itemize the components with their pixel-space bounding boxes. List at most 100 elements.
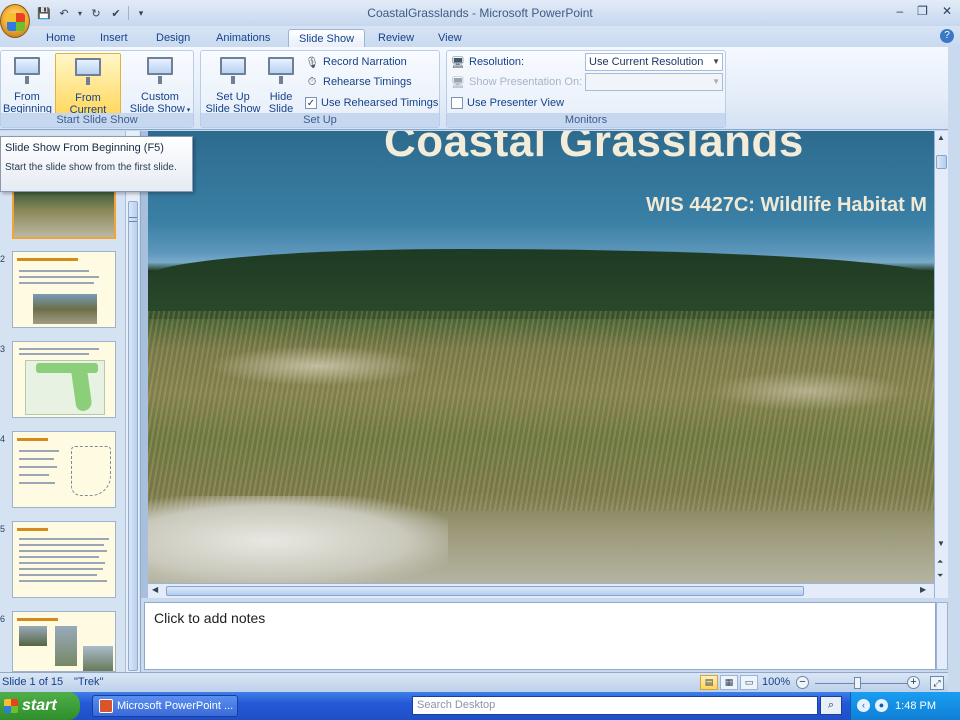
slide-thumbnail-5[interactable] (12, 521, 116, 598)
thumbnail-text-line (19, 538, 109, 540)
tab-animations[interactable]: Animations (206, 29, 280, 48)
slide-sorter-icon[interactable]: ▦ (720, 675, 738, 690)
use-presenter-view-checkbox[interactable]: Use Presenter View (451, 94, 564, 112)
rehearse-timings-button[interactable]: ⏱ Rehearse Timings (305, 73, 412, 91)
thumbnail-scrollbar[interactable] (125, 131, 139, 672)
slide-number: 2 (0, 254, 6, 264)
slide-photo-sand (148, 496, 448, 583)
tooltip-body: Start the slide show from the first slid… (5, 162, 177, 173)
title-bar: 💾 ↶ ▾ ↻ ✔ ▾ CoastalGrasslands - Microsof… (0, 0, 960, 38)
scrollbar-thumb[interactable] (936, 155, 947, 169)
previous-slide-icon[interactable]: ⏶ (937, 557, 943, 567)
record-narration-button[interactable]: 🎙 Record Narration (305, 53, 407, 71)
office-logo-icon (7, 13, 25, 31)
slide-thumbnail-3[interactable] (12, 341, 116, 418)
next-slide-icon[interactable]: ⏷ (937, 571, 943, 581)
custom-show-icon (147, 57, 173, 84)
use-rehearsed-timings-label: Use Rehearsed Timings (321, 97, 439, 109)
set-up-slide-show-button[interactable]: Set Up Slide Show (203, 53, 263, 115)
scrollbar-thumb[interactable] (128, 201, 138, 671)
clock: 1:48 PM (895, 700, 936, 712)
tray-back-icon[interactable]: ‹ (857, 699, 870, 712)
group-set-up: Set Up Slide Show Hide Slide 🎙 Record Na… (200, 50, 440, 128)
minimize-icon[interactable]: – (896, 4, 903, 18)
thumbnail-text-line (19, 353, 89, 355)
fit-to-window-icon[interactable]: ⤢ (930, 676, 944, 690)
scroll-right-icon[interactable]: ▶ (920, 585, 926, 594)
tab-view[interactable]: View (428, 29, 472, 48)
use-rehearsed-timings-checkbox[interactable]: ✓ Use Rehearsed Timings (305, 94, 438, 112)
tab-slide-show[interactable]: Slide Show (288, 29, 366, 48)
thumbnail-text-line (19, 550, 107, 552)
rehearse-timings-label: Rehearse Timings (323, 76, 412, 88)
scroll-left-icon[interactable]: ◀ (152, 585, 158, 594)
notes-pane[interactable]: Click to add notes (144, 602, 936, 670)
search-icon[interactable]: ⌕ (820, 696, 842, 715)
scroll-down-icon[interactable]: ▼ (937, 539, 945, 548)
zoom-in-icon[interactable]: + (907, 676, 920, 689)
start-button[interactable]: start (0, 692, 80, 720)
office-button[interactable] (0, 4, 30, 38)
tab-insert[interactable]: Insert (90, 29, 138, 48)
theme-name[interactable]: "Trek" (74, 676, 103, 688)
zoom-out-icon[interactable]: − (796, 676, 809, 689)
start-label: start (22, 697, 57, 714)
slide-number: 4 (0, 434, 6, 444)
help-icon[interactable]: ? (940, 29, 954, 43)
hide-label-1: Hide (269, 91, 293, 103)
normal-view-icon[interactable]: ▤ (700, 675, 718, 690)
notes-scrollbar[interactable] (936, 602, 948, 670)
slideshow-screen-icon (14, 57, 40, 84)
slide-subtitle[interactable]: WIS 4427C: Wildlife Habitat M (646, 194, 927, 217)
group-label-setup: Set Up (201, 113, 439, 127)
thumbnail-map-outline (71, 446, 111, 496)
thumbnail-text-line (19, 282, 94, 284)
resolution-select[interactable]: Use Current Resolution ▼ (585, 53, 723, 71)
current-slide[interactable]: Coastal Grasslands WIS 4427C: Wildlife H… (148, 131, 934, 583)
slide-thumbnail-2[interactable] (12, 251, 116, 328)
slide-thumbnail-6[interactable] (12, 611, 116, 672)
thumbnail-text-line (19, 348, 99, 350)
from-beginning-button[interactable]: From Beginning (3, 53, 52, 115)
slideshow-screen-icon (75, 58, 101, 85)
slide-show-view-icon[interactable]: ▭ (740, 675, 758, 690)
slide-thumbnail-4[interactable] (12, 431, 116, 508)
status-bar: Slide 1 of 15 "Trek" ▤ ▦ ▭ 100% − + ⤢ (0, 672, 948, 692)
thumbnail-text-line (19, 562, 105, 564)
close-icon[interactable]: ✕ (942, 4, 952, 18)
hide-slide-icon (268, 57, 294, 84)
stopwatch-icon: ⏱ (307, 75, 317, 88)
tab-review[interactable]: Review (368, 29, 424, 48)
slide-vertical-scrollbar[interactable]: ▲ ▼ ⏶ ⏷ (934, 131, 948, 598)
taskbar-powerpoint-button[interactable]: Microsoft PowerPoint ... (92, 695, 238, 717)
taskbar-powerpoint-label: Microsoft PowerPoint ... (117, 700, 234, 712)
scroll-up-icon[interactable]: ▲ (937, 133, 945, 142)
ribbon: From Beginning From Current Slide Custom… (0, 47, 948, 130)
show-presentation-on-label: Show Presentation On: (469, 76, 583, 88)
zoom-level[interactable]: 100% (762, 676, 790, 688)
zoom-slider-thumb[interactable] (854, 677, 861, 689)
zoom-slider-track[interactable] (815, 683, 909, 684)
taskbar: start Microsoft PowerPoint ... Search De… (0, 692, 960, 720)
custom-slide-show-button[interactable]: Custom Slide Show ▾ (127, 53, 193, 115)
tab-home[interactable]: Home (36, 29, 85, 48)
thumbnail-text-line (19, 580, 107, 582)
search-desktop-input[interactable]: Search Desktop (412, 696, 818, 715)
thumbnail-heading (17, 618, 58, 621)
thumbnail-heading (17, 258, 79, 261)
microphone-icon: 🎙 (305, 56, 319, 69)
tab-design[interactable]: Design (146, 29, 200, 48)
monitor-icon: 🖥 (451, 76, 465, 89)
tray-chat-icon[interactable]: ● (875, 699, 888, 712)
restore-icon[interactable]: ❐ (917, 4, 928, 18)
thumbnail-text-line (19, 574, 97, 576)
slide-title[interactable]: Coastal Grasslands (384, 131, 804, 167)
hide-slide-button[interactable]: Hide Slide (263, 53, 299, 115)
slide-photo-sand (208, 346, 428, 386)
window-title: CoastalGrasslands - Microsoft PowerPoint (367, 6, 593, 20)
from-current-label-1: From (75, 92, 101, 104)
from-current-slide-button[interactable]: From Current Slide (55, 53, 121, 128)
scrollbar-thumb[interactable] (166, 586, 804, 596)
slide-horizontal-scrollbar[interactable]: ◀ ▶ (148, 583, 934, 598)
slide-photo-sand (708, 371, 908, 411)
